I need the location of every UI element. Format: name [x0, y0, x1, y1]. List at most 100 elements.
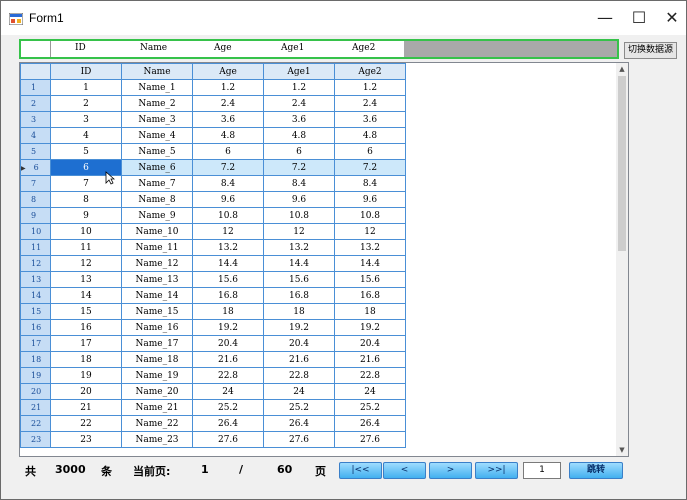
cell-age2[interactable]: 24 — [334, 383, 406, 400]
row-header-cell[interactable]: 4 — [20, 127, 51, 144]
cell-age2[interactable]: 25.2 — [334, 399, 406, 416]
vertical-scrollbar[interactable]: ▲ ▼ — [616, 63, 628, 456]
cell-name[interactable]: Name_18 — [121, 351, 193, 368]
cell-age[interactable]: 27.6 — [192, 431, 264, 448]
cell-age[interactable]: 8.4 — [192, 175, 264, 192]
cell-age2[interactable]: 21.6 — [334, 351, 406, 368]
cell-name[interactable]: Name_4 — [121, 127, 193, 144]
cell-age[interactable]: 19.2 — [192, 319, 264, 336]
cell-id[interactable]: 9 — [50, 207, 122, 224]
cell-age1[interactable]: 18 — [263, 303, 335, 320]
cell-name[interactable]: Name_10 — [121, 223, 193, 240]
cell-age1[interactable]: 4.8 — [263, 127, 335, 144]
minimize-button[interactable]: — — [588, 1, 622, 35]
cell-age[interactable]: 7.2 — [192, 159, 264, 176]
cell-name[interactable]: Name_23 — [121, 431, 193, 448]
cell-age1[interactable]: 20.4 — [263, 335, 335, 352]
last-page-button[interactable]: >>| — [475, 462, 518, 479]
cell-age2[interactable]: 10.8 — [334, 207, 406, 224]
cell-id[interactable]: 15 — [50, 303, 122, 320]
table-row[interactable]: 18 18 Name_18 21.6 21.6 21.6 — [20, 351, 406, 368]
cell-age[interactable]: 21.6 — [192, 351, 264, 368]
grid-corner-header[interactable] — [20, 63, 51, 80]
cell-age1[interactable]: 7.2 — [263, 159, 335, 176]
cell-age[interactable]: 18 — [192, 303, 264, 320]
cell-name[interactable]: Name_16 — [121, 319, 193, 336]
table-row[interactable]: 21 21 Name_21 25.2 25.2 25.2 — [20, 399, 406, 416]
table-row[interactable]: 22 22 Name_22 26.4 26.4 26.4 — [20, 415, 406, 432]
row-header-cell[interactable]: 8 — [20, 191, 51, 208]
table-row[interactable]: 14 14 Name_14 16.8 16.8 16.8 — [20, 287, 406, 304]
scroll-thumb[interactable] — [618, 76, 626, 251]
table-row[interactable]: ▶ 6 6 Name_6 7.2 7.2 7.2 — [20, 159, 406, 176]
cell-age1[interactable]: 15.6 — [263, 271, 335, 288]
cell-name[interactable]: Name_6 — [121, 159, 193, 176]
cell-age2[interactable]: 16.8 — [334, 287, 406, 304]
cell-age1[interactable]: 8.4 — [263, 175, 335, 192]
cell-id[interactable]: 8 — [50, 191, 122, 208]
cell-age[interactable]: 26.4 — [192, 415, 264, 432]
cell-name[interactable]: Name_21 — [121, 399, 193, 416]
cell-name[interactable]: Name_7 — [121, 175, 193, 192]
cell-age[interactable]: 12 — [192, 223, 264, 240]
cell-age[interactable]: 15.6 — [192, 271, 264, 288]
grid-header-age[interactable]: Age — [192, 63, 264, 80]
row-header-cell[interactable]: 15 — [20, 303, 51, 320]
cell-age[interactable]: 10.8 — [192, 207, 264, 224]
maximize-button[interactable]: ☐ — [622, 1, 656, 35]
grid-header-name[interactable]: Name — [121, 63, 193, 80]
cell-name[interactable]: Name_15 — [121, 303, 193, 320]
row-header-cell[interactable]: 19 — [20, 367, 51, 384]
cell-id[interactable]: 2 — [50, 95, 122, 112]
cell-age[interactable]: 24 — [192, 383, 264, 400]
cell-name[interactable]: Name_5 — [121, 143, 193, 160]
row-header-cell[interactable]: 5 — [20, 143, 51, 160]
cell-id[interactable]: 10 — [50, 223, 122, 240]
cell-age2[interactable]: 15.6 — [334, 271, 406, 288]
cell-id[interactable]: 11 — [50, 239, 122, 256]
row-header-cell[interactable]: 22 — [20, 415, 51, 432]
cell-age1[interactable]: 19.2 — [263, 319, 335, 336]
cell-age2[interactable]: 4.8 — [334, 127, 406, 144]
row-header-cell[interactable]: 11 — [20, 239, 51, 256]
table-row[interactable]: 17 17 Name_17 20.4 20.4 20.4 — [20, 335, 406, 352]
cell-id[interactable]: 18 — [50, 351, 122, 368]
cell-id[interactable]: 20 — [50, 383, 122, 400]
table-row[interactable]: 19 19 Name_19 22.8 22.8 22.8 — [20, 367, 406, 384]
switch-datasource-button[interactable]: 切换数据源 — [624, 42, 677, 59]
data-grid[interactable]: ID Name Age Age1 Age2 1 1 Name_1 1.2 1.2 1.2 2… — [19, 62, 629, 457]
cell-id[interactable]: 19 — [50, 367, 122, 384]
cell-id[interactable]: 13 — [50, 271, 122, 288]
table-row[interactable]: 8 8 Name_8 9.6 9.6 9.6 — [20, 191, 406, 208]
cell-age2[interactable]: 8.4 — [334, 175, 406, 192]
cell-name[interactable]: Name_13 — [121, 271, 193, 288]
cell-age[interactable]: 9.6 — [192, 191, 264, 208]
row-header-cell[interactable]: 16 — [20, 319, 51, 336]
cell-age2[interactable]: 18 — [334, 303, 406, 320]
cell-name[interactable]: Name_20 — [121, 383, 193, 400]
table-row[interactable]: 13 13 Name_13 15.6 15.6 15.6 — [20, 271, 406, 288]
scroll-up-icon[interactable]: ▲ — [616, 63, 628, 75]
cell-id[interactable]: 14 — [50, 287, 122, 304]
cell-age1[interactable]: 21.6 — [263, 351, 335, 368]
close-button[interactable]: ✕ — [655, 1, 687, 35]
cell-name[interactable]: Name_19 — [121, 367, 193, 384]
table-row[interactable]: 16 16 Name_16 19.2 19.2 19.2 — [20, 319, 406, 336]
prev-page-button[interactable]: < — [383, 462, 426, 479]
cell-age1[interactable]: 1.2 — [263, 79, 335, 96]
row-header-cell[interactable]: 13 — [20, 271, 51, 288]
cell-age[interactable]: 6 — [192, 143, 264, 160]
cell-age2[interactable]: 6 — [334, 143, 406, 160]
cell-age[interactable]: 25.2 — [192, 399, 264, 416]
cell-id[interactable]: 3 — [50, 111, 122, 128]
cell-age[interactable]: 20.4 — [192, 335, 264, 352]
table-row[interactable]: 23 23 Name_23 27.6 27.6 27.6 — [20, 431, 406, 448]
row-header-cell[interactable]: 9 — [20, 207, 51, 224]
cell-age1[interactable]: 10.8 — [263, 207, 335, 224]
row-header-cell[interactable]: ▶ 6 — [20, 159, 51, 176]
table-row[interactable]: 7 7 Name_7 8.4 8.4 8.4 — [20, 175, 406, 192]
cell-name[interactable]: Name_8 — [121, 191, 193, 208]
row-header-cell[interactable]: 20 — [20, 383, 51, 400]
table-row[interactable]: 11 11 Name_11 13.2 13.2 13.2 — [20, 239, 406, 256]
cell-id[interactable]: 16 — [50, 319, 122, 336]
